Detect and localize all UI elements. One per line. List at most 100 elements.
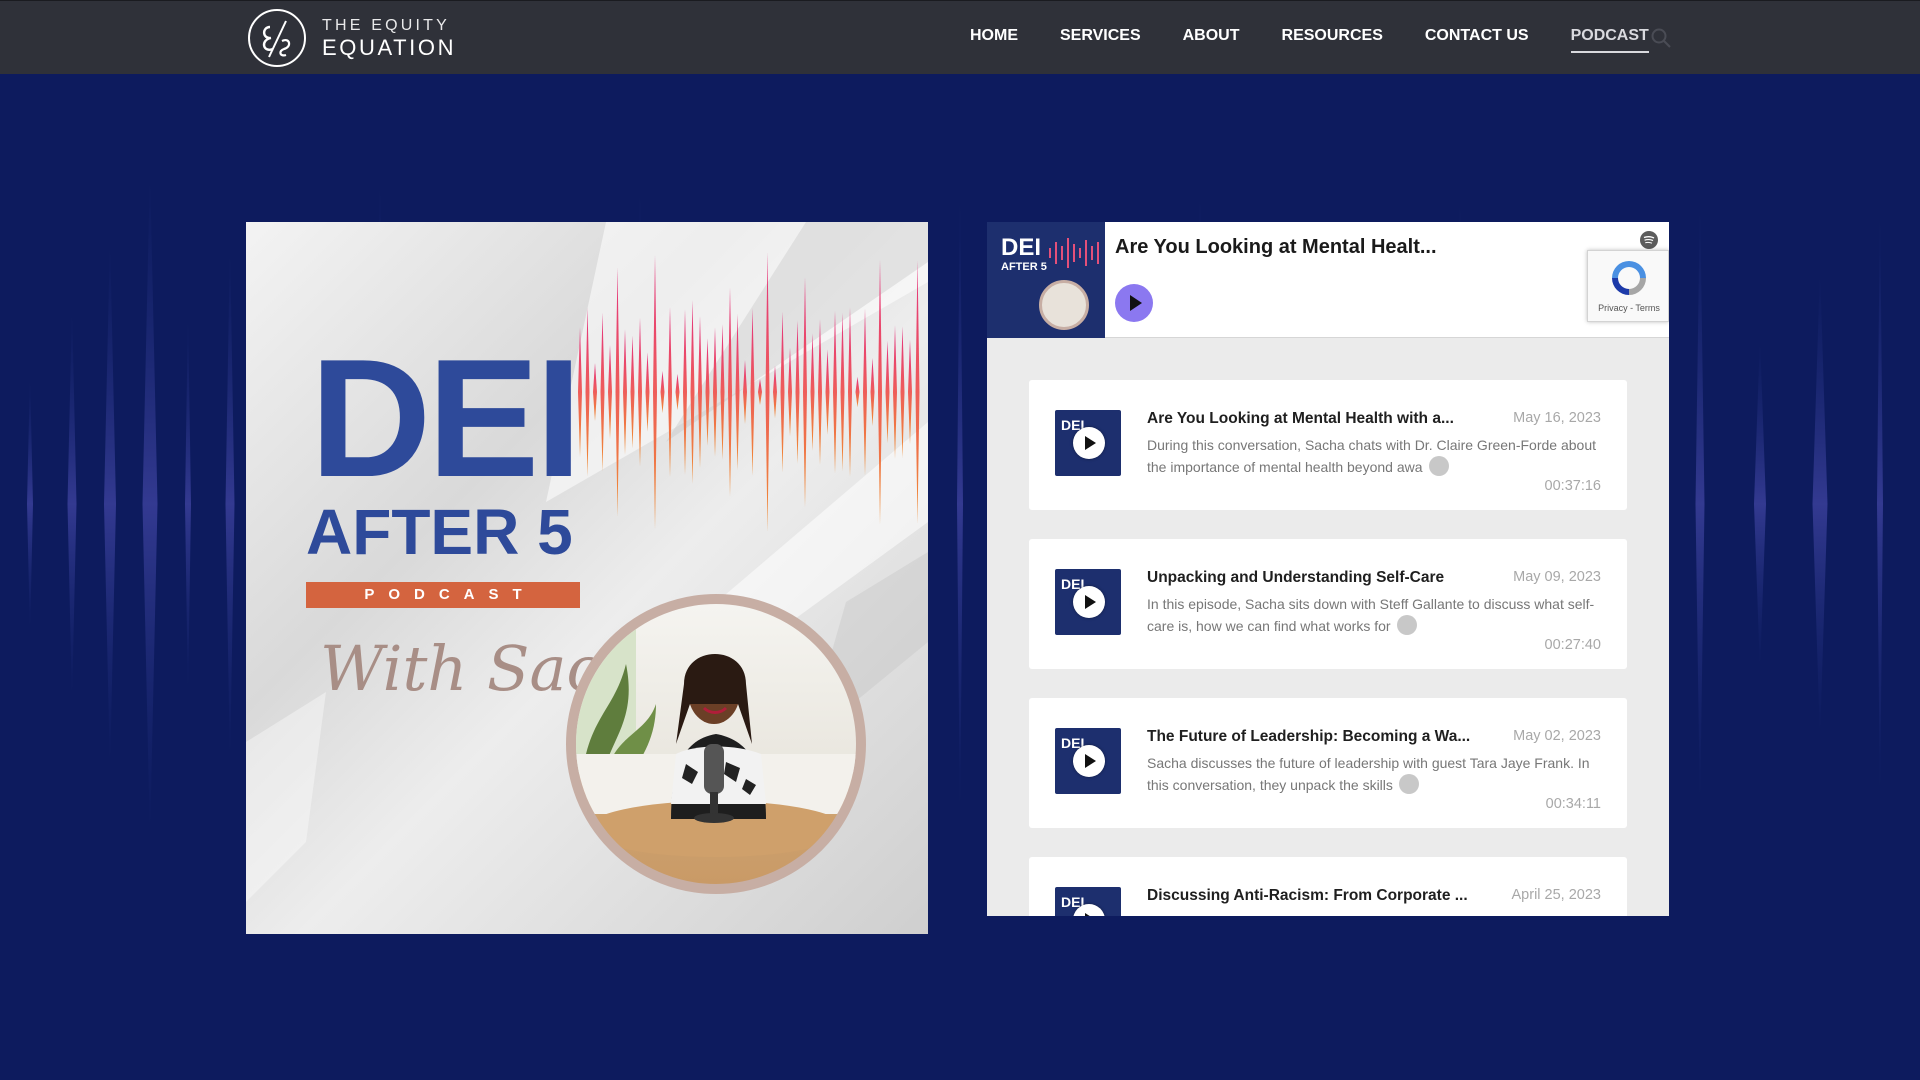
cover-wave-bar: [593, 362, 597, 422]
episode-play-button[interactable]: [1073, 745, 1105, 777]
episode-description-text: Sacha discusses the future of leadership…: [1147, 755, 1590, 793]
host-portrait-illustration: [576, 604, 856, 857]
cover-wave-bar: [795, 320, 800, 464]
recaptcha-icon: [1612, 261, 1646, 295]
cover-wave-bar: [803, 276, 807, 508]
logo-mark-icon: [248, 9, 306, 67]
recaptcha-badge[interactable]: Privacy - Terms: [1587, 250, 1669, 322]
episode-play-button[interactable]: [1073, 586, 1105, 618]
more-options-icon[interactable]: [1428, 456, 1449, 477]
nav-podcast[interactable]: PODCAST: [1570, 27, 1649, 53]
cover-wave-bar: [735, 313, 740, 471]
episode-item[interactable]: DEI Discussing Anti-Racism: From Corpora…: [1029, 857, 1627, 916]
episode-description-text: During this conversation, Sacha chats wi…: [1147, 437, 1596, 475]
cover-wave-bar: [675, 373, 680, 411]
cover-wave-bar: [668, 307, 672, 477]
cover-wave-bar: [683, 309, 687, 475]
episode-description: During this conversation, Sacha chats wi…: [1147, 434, 1607, 478]
episode-play-button[interactable]: [1073, 904, 1105, 916]
player-header: DEI AFTER 5 Are You Looking at Mental He…: [987, 222, 1669, 338]
cover-wave-bar: [840, 312, 845, 472]
more-options-icon[interactable]: [1398, 774, 1419, 795]
episode-thumbnail: DEI: [1055, 887, 1121, 916]
episode-description: In this episode, Sacha sits down with St…: [1147, 593, 1607, 637]
cover-wave-bar: [743, 359, 747, 425]
background-spike: [1812, 268, 1828, 740]
cover-wave-bar: [915, 260, 920, 524]
nav-contact-us[interactable]: CONTACT US: [1425, 27, 1529, 53]
play-icon: [1085, 913, 1090, 916]
cover-wave-bar: [698, 316, 702, 468]
now-playing-title: Are You Looking at Mental Healt...: [1115, 236, 1437, 258]
cover-wave-bar: [600, 312, 605, 472]
cover-wave-bar: [630, 335, 635, 449]
background-spike: [225, 241, 235, 767]
background-spike: [142, 168, 158, 840]
episode-title: Discussing Anti-Racism: From Corporate .…: [1147, 887, 1468, 904]
background-spike: [104, 237, 116, 771]
cover-wave-bar: [765, 252, 770, 532]
episode-thumbnail: DEI: [1055, 410, 1121, 476]
cover-wave-bar: [585, 307, 590, 477]
nav-about[interactable]: ABOUT: [1183, 27, 1240, 53]
search-icon[interactable]: [1650, 27, 1672, 49]
episode-item[interactable]: DEI Are You Looking at Mental Health wit…: [1029, 380, 1627, 510]
cover-wave-bar: [758, 378, 762, 406]
play-icon: [1130, 295, 1142, 311]
background-spike: [957, 182, 963, 826]
main-play-button[interactable]: [1115, 284, 1153, 322]
nav-resources[interactable]: RESOURCES: [1282, 27, 1383, 53]
cover-wave-bar: [660, 370, 665, 414]
episode-list: DEI Are You Looking at Mental Health wit…: [1029, 380, 1627, 916]
logo-line1: THE EQUITY: [322, 16, 451, 34]
episode-title: The Future of Leadership: Becoming a Wa.…: [1147, 728, 1471, 745]
podcast-cover-art: DEI AFTER 5 PODCAST With Sacha: [246, 222, 928, 934]
episode-title: Unpacking and Understanding Self-Care: [1147, 569, 1445, 586]
background-spike: [185, 310, 191, 698]
nav-home[interactable]: HOME: [970, 27, 1018, 53]
player-thumb-host-avatar: [1039, 280, 1089, 330]
episode-title: Are You Looking at Mental Health with a.…: [1147, 410, 1454, 427]
cover-wave-bar: [863, 308, 867, 476]
play-icon: [1085, 595, 1096, 609]
episode-date: April 25, 2023: [1511, 887, 1601, 903]
episode-thumbnail: DEI: [1055, 569, 1121, 635]
episode-description: Sacha discusses the future of leadership…: [1147, 752, 1607, 796]
background-spike: [27, 374, 33, 634]
cover-wave-bar: [720, 324, 725, 460]
cover-wave-bar: [608, 344, 612, 440]
background-spike: [1754, 337, 1766, 671]
spotify-icon[interactable]: [1640, 231, 1658, 249]
cover-wave-bar: [615, 267, 620, 517]
cover-wave-bar: [713, 327, 717, 457]
cover-wave-bar: [848, 307, 852, 477]
cover-wave-bar: [728, 287, 732, 497]
episode-item[interactable]: DEI The Future of Leadership: Becoming a…: [1029, 698, 1627, 828]
player-thumb-wave: [1049, 238, 1099, 268]
episode-duration: 00:27:40: [1544, 637, 1601, 653]
cover-subtitle: AFTER 5: [306, 496, 573, 568]
cover-wave-bar: [750, 308, 755, 476]
cover-wave-bar: [705, 338, 710, 446]
cover-wave-bar: [855, 376, 860, 408]
cover-wave-bar: [578, 327, 582, 457]
cover-wave-bar: [638, 317, 642, 467]
cover-wave-bar: [780, 311, 785, 473]
site-logo[interactable]: THE EQUITY EQUATION: [246, 7, 456, 69]
background-spike: [1877, 200, 1883, 808]
episode-play-button[interactable]: [1073, 427, 1105, 459]
cover-wave-bar: [690, 300, 695, 484]
episode-description-text: In this episode, Sacha sits down with St…: [1147, 596, 1595, 634]
cover-wave-bar: [900, 325, 905, 459]
nav-services[interactable]: SERVICES: [1060, 27, 1141, 53]
play-icon: [1085, 754, 1096, 768]
host-photo: [566, 594, 866, 894]
cover-audio-wave: [578, 252, 920, 532]
episode-item[interactable]: DEI Unpacking and Understanding Self-Car…: [1029, 539, 1627, 669]
more-options-icon[interactable]: [1396, 615, 1417, 636]
player-thumb-subtitle: AFTER 5: [1001, 261, 1047, 273]
episode-date: May 16, 2023: [1513, 410, 1601, 426]
player-thumb-title: DEI: [1001, 234, 1042, 261]
recaptcha-links[interactable]: Privacy - Terms: [1588, 303, 1669, 313]
podcast-player: DEI AFTER 5 Are You Looking at Mental He…: [987, 222, 1669, 916]
